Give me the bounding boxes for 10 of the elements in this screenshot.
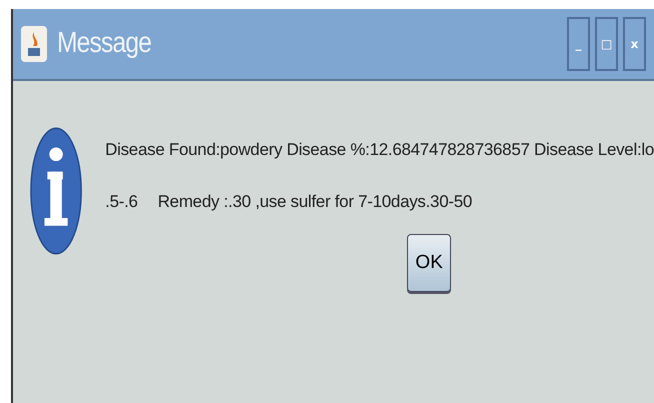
- message-text: Disease Found:powdery Disease %:12.684747828736857 Disease Level:lo: [105, 139, 654, 161]
- info-icon: [30, 125, 82, 257]
- message-text: Remedy :.30 ,use sulfer for 7-10days.30-50: [158, 190, 472, 212]
- window-control-button[interactable]: □: [595, 17, 618, 71]
- app-icon: [21, 26, 47, 62]
- ok-button[interactable]: OK: [407, 234, 452, 292]
- window-title: Message: [57, 26, 152, 62]
- window-control-button[interactable]: _: [567, 17, 590, 71]
- window-control-button[interactable]: x: [623, 17, 646, 71]
- message-text: .5-.6: [105, 190, 138, 212]
